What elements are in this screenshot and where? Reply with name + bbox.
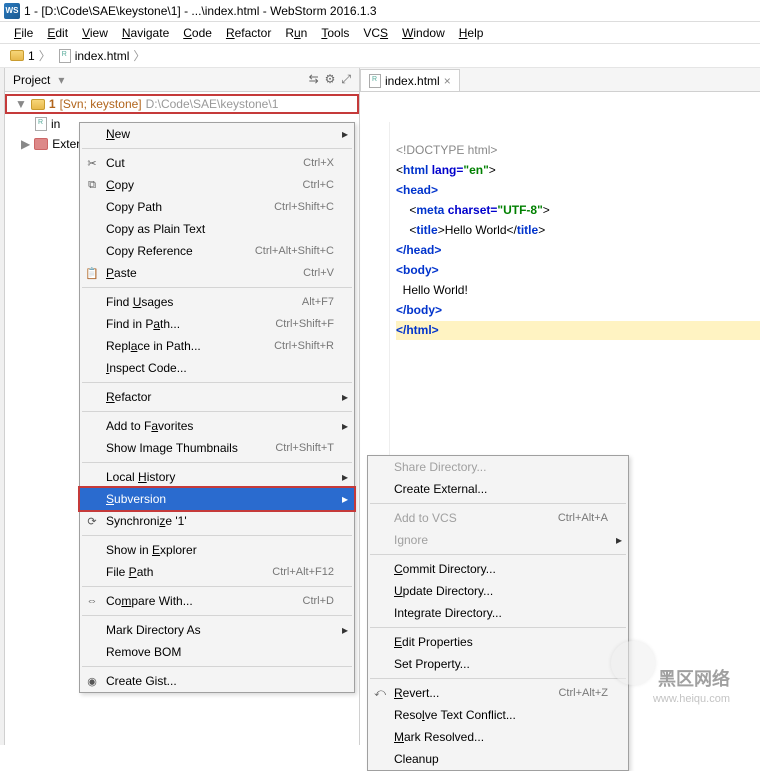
- project-panel-title[interactable]: Project: [13, 73, 50, 87]
- paste-icon: 📋: [84, 265, 100, 281]
- mi-copy-plain[interactable]: Copy as Plain Text: [80, 218, 354, 240]
- watermark-logo: [611, 641, 655, 685]
- copy-icon: ⧉: [84, 177, 100, 193]
- mi-paste[interactable]: 📋PasteCtrl+V: [80, 262, 354, 284]
- window-title: 1 - [D:\Code\SAE\keystone\1] - ...\index…: [24, 4, 377, 18]
- menu-tools[interactable]: Tools: [315, 24, 355, 42]
- cut-icon: ✂: [84, 155, 100, 171]
- menu-edit[interactable]: Edit: [41, 24, 74, 42]
- html-file-icon: [35, 117, 47, 131]
- mi-remove-bom[interactable]: Remove BOM: [80, 641, 354, 663]
- mi-update-directory[interactable]: Update Directory...: [368, 580, 628, 602]
- editor-tabbar: index.html ×: [360, 68, 760, 92]
- gear-icon[interactable]: ⚙: [325, 72, 336, 87]
- mi-thumbnails[interactable]: Show Image ThumbnailsCtrl+Shift+T: [80, 437, 354, 459]
- compare-icon: ⇔: [84, 593, 100, 609]
- editor-tab[interactable]: index.html ×: [360, 69, 460, 91]
- hide-icon[interactable]: ⤢: [341, 72, 351, 87]
- mi-copy[interactable]: ⧉CopyCtrl+C: [80, 174, 354, 196]
- menubar: File Edit View Navigate Code Refactor Ru…: [0, 22, 760, 44]
- watermark-text: 黑区网络: [658, 669, 730, 689]
- mi-mark-directory[interactable]: Mark Directory As▸: [80, 619, 354, 641]
- menu-code[interactable]: Code: [177, 24, 218, 42]
- mi-replace-in-path[interactable]: Replace in Path...Ctrl+Shift+R: [80, 335, 354, 357]
- mi-edit-properties[interactable]: Edit Properties: [368, 631, 628, 653]
- mi-find-usages[interactable]: Find UsagesAlt+F7: [80, 291, 354, 313]
- mi-create-gist[interactable]: ◉Create Gist...: [80, 670, 354, 692]
- menu-refactor[interactable]: Refactor: [220, 24, 277, 42]
- revert-icon: ⤺: [372, 685, 388, 701]
- mi-add-favorites[interactable]: Add to Favorites▸: [80, 415, 354, 437]
- mi-inspect[interactable]: Inspect Code...: [80, 357, 354, 379]
- mi-commit-directory[interactable]: Commit Directory...: [368, 558, 628, 580]
- collapse-icon[interactable]: ⇆: [309, 72, 319, 87]
- mi-create-external[interactable]: Create External...: [368, 478, 628, 500]
- folder-icon: [31, 99, 45, 110]
- breadcrumb-root[interactable]: 1〉: [6, 47, 55, 64]
- mi-set-property[interactable]: Set Property...: [368, 653, 628, 675]
- menu-file[interactable]: File: [8, 24, 39, 42]
- mi-revert[interactable]: ⤺Revert...Ctrl+Alt+Z: [368, 682, 628, 704]
- menu-run[interactable]: Run: [279, 24, 313, 42]
- menu-view[interactable]: View: [76, 24, 114, 42]
- mi-find-in-path[interactable]: Find in Path...Ctrl+Shift+F: [80, 313, 354, 335]
- html-file-icon: [59, 49, 71, 63]
- context-menu: New▸ ✂CutCtrl+X ⧉CopyCtrl+C Copy PathCtr…: [79, 122, 355, 693]
- mi-compare[interactable]: ⇔Compare With...Ctrl+D: [80, 590, 354, 612]
- mi-add-vcs[interactable]: Add to VCSCtrl+Alt+A: [368, 507, 628, 529]
- tree-root-row[interactable]: ▼ 1 [Svn; keystone] D:\Code\SAE\keystone…: [5, 94, 359, 114]
- mi-integrate-directory[interactable]: Integrate Directory...: [368, 602, 628, 624]
- mi-cut[interactable]: ✂CutCtrl+X: [80, 152, 354, 174]
- mi-share-directory[interactable]: Share Directory...: [368, 456, 628, 478]
- mi-cleanup[interactable]: Cleanup: [368, 748, 628, 770]
- project-panel-header: Project▾ ⇆ ⚙ ⤢: [5, 68, 359, 92]
- breadcrumb-file[interactable]: index.html〉: [55, 47, 150, 64]
- tab-label: index.html: [385, 74, 440, 88]
- library-icon: [34, 138, 48, 150]
- webstorm-icon: WS: [4, 3, 20, 19]
- mi-new[interactable]: New▸: [80, 123, 354, 145]
- watermark: 黑区网络 www.heiqu.com: [611, 641, 730, 705]
- titlebar: WS 1 - [D:\Code\SAE\keystone\1] - ...\in…: [0, 0, 760, 22]
- watermark-url: www.heiqu.com: [653, 693, 730, 705]
- mi-synchronize[interactable]: ⟳Synchronize '1': [80, 510, 354, 532]
- panel-tools: ⇆ ⚙ ⤢: [309, 72, 351, 87]
- github-icon: ◉: [84, 673, 100, 689]
- mi-copy-path[interactable]: Copy PathCtrl+Shift+C: [80, 196, 354, 218]
- mi-local-history[interactable]: Local History▸: [80, 466, 354, 488]
- subversion-submenu: Share Directory... Create External... Ad…: [367, 455, 629, 771]
- mi-refactor[interactable]: Refactor▸: [80, 386, 354, 408]
- mi-resolve-conflict[interactable]: Resolve Text Conflict...: [368, 704, 628, 726]
- folder-icon: [10, 50, 24, 61]
- mi-copy-ref[interactable]: Copy ReferenceCtrl+Alt+Shift+C: [80, 240, 354, 262]
- sync-icon: ⟳: [84, 513, 100, 529]
- mi-file-path[interactable]: File PathCtrl+Alt+F12: [80, 561, 354, 583]
- close-icon[interactable]: ×: [444, 74, 451, 88]
- html-file-icon: [369, 74, 381, 88]
- menu-window[interactable]: Window: [396, 24, 451, 42]
- mi-subversion[interactable]: Subversion▸: [80, 488, 354, 510]
- breadcrumb-bar: 1〉 index.html〉: [0, 44, 760, 68]
- mi-ignore[interactable]: Ignore▸: [368, 529, 628, 551]
- menu-navigate[interactable]: Navigate: [116, 24, 175, 42]
- menu-help[interactable]: Help: [453, 24, 490, 42]
- mi-show-explorer[interactable]: Show in Explorer: [80, 539, 354, 561]
- menu-vcs[interactable]: VCS: [357, 24, 394, 42]
